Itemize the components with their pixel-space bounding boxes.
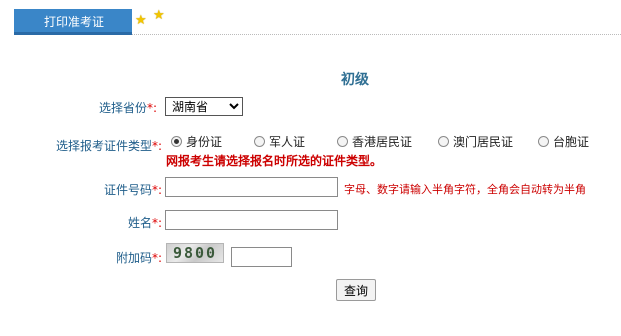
header-divider xyxy=(132,9,621,35)
province-select[interactable]: 湖南省 xyxy=(165,97,243,116)
radio-button-checked[interactable] xyxy=(171,136,182,147)
id-number-label: 证件号码*: xyxy=(103,183,162,197)
radio-button[interactable] xyxy=(337,136,348,147)
page-title: 初级 xyxy=(341,72,369,88)
query-button[interactable]: 查询 xyxy=(336,279,376,301)
radio-id-card[interactable]: 身份证 xyxy=(171,133,222,150)
radio-hongkong-resident[interactable]: 香港居民证 xyxy=(337,133,412,150)
star-icon: ★ xyxy=(135,13,147,28)
name-label: 姓名*: xyxy=(127,216,162,230)
id-type-warning: 网报考生请选择报名时所选的证件类型。 xyxy=(166,154,383,168)
id-number-input[interactable] xyxy=(165,177,338,197)
id-type-label: 选择报考证件类型*: xyxy=(55,139,162,153)
radio-taiwan-compatriot[interactable]: 台胞证 xyxy=(538,133,589,150)
radio-button[interactable] xyxy=(538,136,549,147)
captcha-image[interactable]: 9800 xyxy=(166,243,224,263)
captcha-input[interactable] xyxy=(231,247,292,267)
captcha-label: 附加码*: xyxy=(115,251,162,265)
radio-military-card[interactable]: 军人证 xyxy=(254,133,305,150)
province-label: 选择省份*: xyxy=(98,101,157,115)
star-icon: ★ xyxy=(153,8,165,23)
name-input[interactable] xyxy=(165,210,338,230)
tab-print-admission-ticket[interactable]: 打印准考证 xyxy=(14,9,132,35)
radio-button[interactable] xyxy=(438,136,449,147)
id-number-hint: 字母、数字请输入半角字符，全角会自动转为半角 xyxy=(344,183,586,196)
radio-macau-resident[interactable]: 澳门居民证 xyxy=(438,133,513,150)
radio-button[interactable] xyxy=(254,136,265,147)
